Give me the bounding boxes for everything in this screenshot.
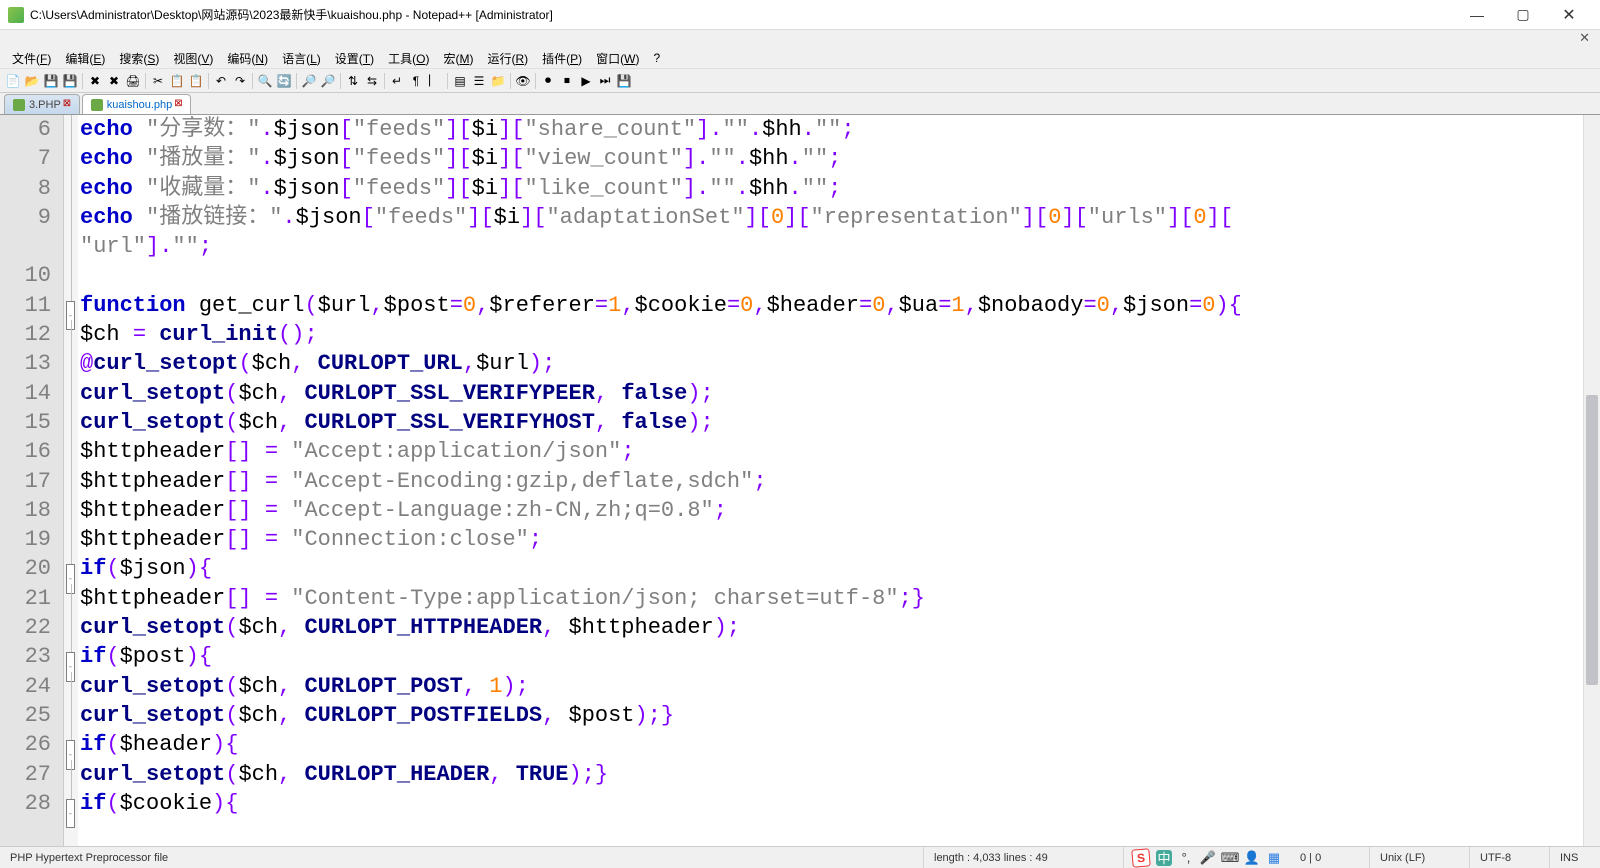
file-icon xyxy=(91,99,103,111)
play-macro-icon[interactable]: ▶ xyxy=(577,72,595,90)
statusbar: PHP Hypertext Preprocessor file length :… xyxy=(0,846,1600,868)
tray-comma-icon[interactable]: °, xyxy=(1178,850,1194,866)
menu-e[interactable]: 编辑(E) xyxy=(59,49,111,68)
vertical-scrollbar[interactable] xyxy=(1583,115,1600,846)
open-file-icon[interactable]: 📂 xyxy=(23,72,41,90)
redo-icon[interactable]: ↷ xyxy=(231,72,249,90)
tray-person-icon[interactable]: 👤 xyxy=(1244,850,1260,866)
tray-mic-icon[interactable]: 🎤 xyxy=(1200,850,1216,866)
folder-workspace-icon[interactable]: 📁 xyxy=(489,72,507,90)
status-encoding: UTF-8 xyxy=(1470,847,1550,868)
menu-l[interactable]: 语言(L) xyxy=(276,49,327,68)
tab-close-icon[interactable]: ⊠ xyxy=(63,98,75,110)
print-icon[interactable]: 🖨 xyxy=(124,72,142,90)
close-file-icon[interactable]: ✖ xyxy=(86,72,104,90)
monitoring-icon[interactable]: 👁 xyxy=(514,72,532,90)
status-selection: 0 | 0 xyxy=(1290,847,1370,868)
paste-icon[interactable]: 📋 xyxy=(187,72,205,90)
play-multi-icon[interactable]: ⏭ xyxy=(596,72,614,90)
menu-v[interactable]: 视图(V) xyxy=(167,49,219,68)
save-icon[interactable]: 💾 xyxy=(42,72,60,90)
tab-label: 3.PHP xyxy=(29,99,61,111)
status-filetype: PHP Hypertext Preprocessor file xyxy=(0,847,924,868)
zoom-in-icon[interactable]: 🔎 xyxy=(300,72,318,90)
scrollbar-thumb[interactable] xyxy=(1586,395,1598,685)
menu-t[interactable]: 设置(T) xyxy=(329,49,380,68)
ime-mode-icon[interactable]: 中 xyxy=(1156,850,1172,866)
tab-label: kuaishou.php xyxy=(107,99,172,111)
menu-n[interactable]: 编码(N) xyxy=(221,49,274,68)
minimize-button[interactable]: — xyxy=(1454,0,1500,30)
line-number-gutter: 6789101112131415161718192021222324252627… xyxy=(0,115,64,846)
indent-guide-icon[interactable]: ⎸ xyxy=(426,72,444,90)
fold-toggle-icon[interactable]: - xyxy=(66,799,75,828)
editor[interactable]: 6789101112131415161718192021222324252627… xyxy=(0,115,1600,846)
stop-macro-icon[interactable]: ⏹ xyxy=(558,72,576,90)
close-button[interactable]: ✕ xyxy=(1546,0,1592,30)
menu-f[interactable]: 文件(F) xyxy=(6,49,57,68)
cut-icon[interactable]: ✂ xyxy=(149,72,167,90)
save-macro-icon[interactable]: 💾 xyxy=(615,72,633,90)
menu-r[interactable]: 运行(R) xyxy=(481,49,534,68)
copy-icon[interactable]: 📋 xyxy=(168,72,186,90)
show-all-chars-icon[interactable]: ¶ xyxy=(407,72,425,90)
tray-keyboard-icon[interactable]: ⌨ xyxy=(1222,850,1238,866)
undo-icon[interactable]: ↶ xyxy=(212,72,230,90)
status-mode: INS xyxy=(1550,847,1600,868)
maximize-button[interactable]: ▢ xyxy=(1500,0,1546,30)
find-icon[interactable]: 🔍 xyxy=(256,72,274,90)
doc-map-icon[interactable]: ▤ xyxy=(451,72,469,90)
menubar: 文件(F)编辑(E)搜索(S)视图(V)编码(N)语言(L)设置(T)工具(O)… xyxy=(0,48,1600,68)
menu-p[interactable]: 插件(P) xyxy=(536,49,588,68)
code-area[interactable]: echo "分享数：".$json["feeds"][$i]["share_co… xyxy=(78,115,1583,846)
menu-o[interactable]: 工具(O) xyxy=(382,49,435,68)
toolbar: 📄 📂 💾 💾 ✖ ✖ 🖨 ✂ 📋 📋 ↶ ↷ 🔍 🔄 🔎 🔎 ⇅ ⇆ ↵ ¶ … xyxy=(0,68,1600,93)
tray-grid-icon[interactable]: ▦ xyxy=(1266,850,1282,866)
tab-3-php[interactable]: 3.PHP⊠ xyxy=(4,94,80,114)
sync-h-icon[interactable]: ⇆ xyxy=(363,72,381,90)
file-icon xyxy=(13,99,25,111)
tab-close-icon[interactable]: ⊠ xyxy=(174,98,186,110)
menu-m[interactable]: 宏(M) xyxy=(437,49,479,68)
sync-v-icon[interactable]: ⇅ xyxy=(344,72,362,90)
window-title: C:\Users\Administrator\Desktop\网站源码\2023… xyxy=(30,6,553,23)
mdi-close-button[interactable]: ✕ xyxy=(0,30,1600,48)
tabbar: 3.PHP⊠kuaishou.php⊠ xyxy=(0,93,1600,115)
new-file-icon[interactable]: 📄 xyxy=(4,72,22,90)
app-icon xyxy=(8,7,24,23)
save-all-icon[interactable]: 💾 xyxy=(61,72,79,90)
status-length: length : 4,033 lines : 49 xyxy=(924,847,1124,868)
func-list-icon[interactable]: ☰ xyxy=(470,72,488,90)
record-macro-icon[interactable]: ⏺ xyxy=(539,72,557,90)
wordwrap-icon[interactable]: ↵ xyxy=(388,72,406,90)
menu-w[interactable]: 窗口(W) xyxy=(590,49,645,68)
menu-[interactable]: ? xyxy=(647,50,666,66)
replace-icon[interactable]: 🔄 xyxy=(275,72,293,90)
system-tray: S 中 °, 🎤 ⌨ 👤 ▦ xyxy=(1124,849,1290,867)
window-titlebar: C:\Users\Administrator\Desktop\网站源码\2023… xyxy=(0,0,1600,30)
fold-column[interactable]: ----- xyxy=(64,115,78,846)
status-eol: Unix (LF) xyxy=(1370,847,1470,868)
zoom-out-icon[interactable]: 🔎 xyxy=(319,72,337,90)
menu-s[interactable]: 搜索(S) xyxy=(113,49,165,68)
tab-kuaishou-php[interactable]: kuaishou.php⊠ xyxy=(82,94,191,114)
sogou-ime-icon[interactable]: S xyxy=(1131,848,1151,868)
close-all-icon[interactable]: ✖ xyxy=(105,72,123,90)
